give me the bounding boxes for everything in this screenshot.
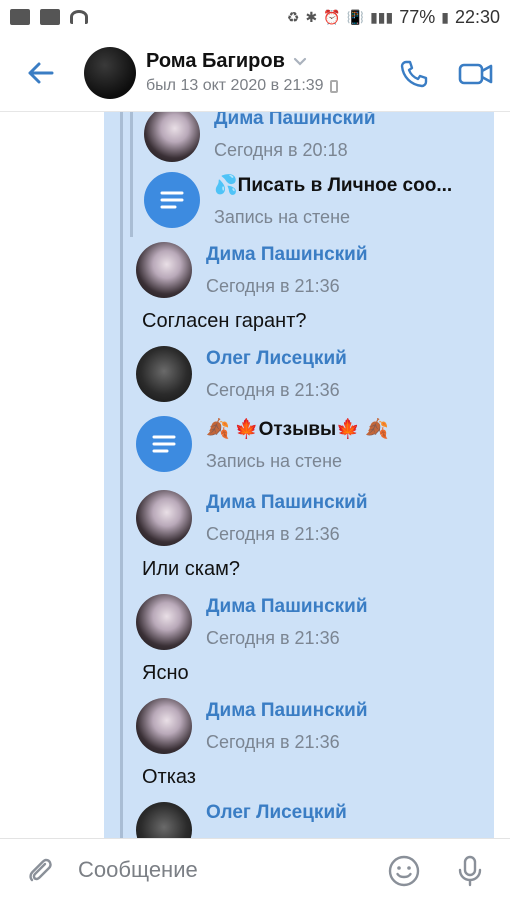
alarm-icon: ⏰	[323, 8, 341, 25]
forwarded-message-header: Дима Пашинский Сегодня в 21:36	[136, 594, 368, 650]
attach-button[interactable]	[20, 850, 60, 890]
microphone-icon	[458, 855, 482, 887]
author-name[interactable]: Дима Пашинский	[214, 112, 376, 130]
battery-icon: ▮	[441, 8, 449, 25]
chat-title: Рома Багиров	[146, 50, 285, 72]
wifi-icon	[70, 10, 88, 24]
avatar[interactable]	[136, 698, 192, 754]
chat-avatar[interactable]	[84, 46, 136, 99]
message-input[interactable]	[78, 849, 378, 890]
vibrate-icon: 📳	[346, 8, 365, 25]
emoji-button[interactable]	[386, 853, 422, 889]
chat-header: Рома Багиров был 13 окт 2020 в 21:39	[0, 34, 510, 112]
mobile-icon	[329, 79, 338, 93]
forwarded-message-header: Олег Лисецкий Сегодня в 21:36	[136, 346, 347, 402]
data-saver-icon: ♻	[286, 8, 300, 25]
avatar[interactable]	[136, 242, 192, 298]
message-time: Сегодня в 21:36	[206, 275, 340, 296]
wall-post-icon-wrap	[144, 172, 200, 228]
signal-icon: ▮▮▮	[370, 8, 394, 25]
wall-post-attachment[interactable]: 🍂 🍁Отзывы🍁 🍂 Запись на стене	[136, 416, 389, 472]
author-name[interactable]: Дима Пашинский	[206, 244, 368, 266]
wall-post-attachment[interactable]: 💦Писать в Личное соо... Запись на стене	[144, 172, 452, 228]
message-text: Согласен гарант?	[142, 310, 307, 332]
wall-post-subtitle: Запись на стене	[214, 206, 351, 227]
wall-post-title: 💦Писать в Личное соо...	[214, 174, 453, 196]
chevron-down-icon	[293, 57, 306, 66]
author-name[interactable]: Олег Лисецкий	[206, 348, 347, 370]
video-camera-icon	[458, 63, 493, 85]
message-text: Ясно	[142, 662, 189, 684]
message-time: Сегодня в 21:36	[206, 627, 340, 648]
back-arrow-icon	[28, 62, 54, 83]
message-text: Отказ	[142, 766, 196, 788]
avatar[interactable]	[136, 594, 192, 650]
wall-post-icon-wrap	[136, 416, 192, 472]
chat-history[interactable]: Дима Пашинский Сегодня в 20:18 💦Писать в…	[0, 112, 510, 838]
message-time: Сегодня в 21:36	[206, 379, 340, 400]
author-name[interactable]: Дима Пашинский	[206, 492, 368, 514]
message-time: Сегодня в 20:18	[214, 139, 348, 160]
author-name[interactable]: Олег Лисецкий	[206, 802, 347, 824]
message-composer	[0, 838, 510, 900]
message-time: Сегодня в 21:36	[206, 523, 340, 544]
forwarded-message-header: Олег Лисецкий	[136, 802, 347, 838]
voice-message-button[interactable]	[452, 853, 488, 889]
wall-post-title: 🍂 🍁Отзывы🍁 🍂	[206, 418, 389, 440]
document-icon	[160, 191, 184, 209]
avatar[interactable]	[136, 490, 192, 546]
status-bar: ♻ ✱ ⏰ 📳 ▮▮▮ 77% ▮ 22:30	[0, 0, 510, 34]
forwarded-message-header: Дима Пашинский Сегодня в 21:36	[136, 698, 368, 754]
avatar[interactable]	[144, 112, 200, 162]
phone-icon	[400, 60, 428, 88]
nested-quote-bar	[130, 112, 133, 237]
author-name[interactable]: Дима Пашинский	[206, 596, 368, 618]
author-name[interactable]: Дима Пашинский	[206, 700, 368, 722]
avatar[interactable]	[136, 802, 192, 838]
forwarded-message-header: Дима Пашинский Сегодня в 20:18	[144, 112, 376, 162]
paperclip-icon	[29, 858, 52, 881]
call-button[interactable]	[394, 54, 434, 94]
wall-post-subtitle: Запись на стене	[206, 450, 343, 471]
chat-title-block[interactable]: Рома Багиров был 13 окт 2020 в 21:39	[146, 50, 338, 95]
bluetooth-icon: ✱	[305, 8, 318, 25]
avatar[interactable]	[136, 346, 192, 402]
gallery-icon	[10, 9, 30, 25]
clock: 22:30	[454, 6, 500, 27]
message-text: Или скам?	[142, 558, 240, 580]
battery-percent: 77%	[399, 6, 436, 27]
forwarded-message-header: Дима Пашинский Сегодня в 21:36	[136, 490, 368, 546]
back-button[interactable]	[14, 47, 66, 99]
document-icon	[152, 435, 176, 453]
quote-bar	[120, 112, 123, 838]
folder-icon	[40, 9, 60, 25]
forwarded-message-header: Дима Пашинский Сегодня в 21:36	[136, 242, 368, 298]
video-call-button[interactable]	[456, 54, 496, 94]
smiley-icon	[388, 855, 420, 887]
message-time: Сегодня в 21:36	[206, 731, 340, 752]
last-seen: был 13 окт 2020 в 21:39	[146, 77, 324, 94]
